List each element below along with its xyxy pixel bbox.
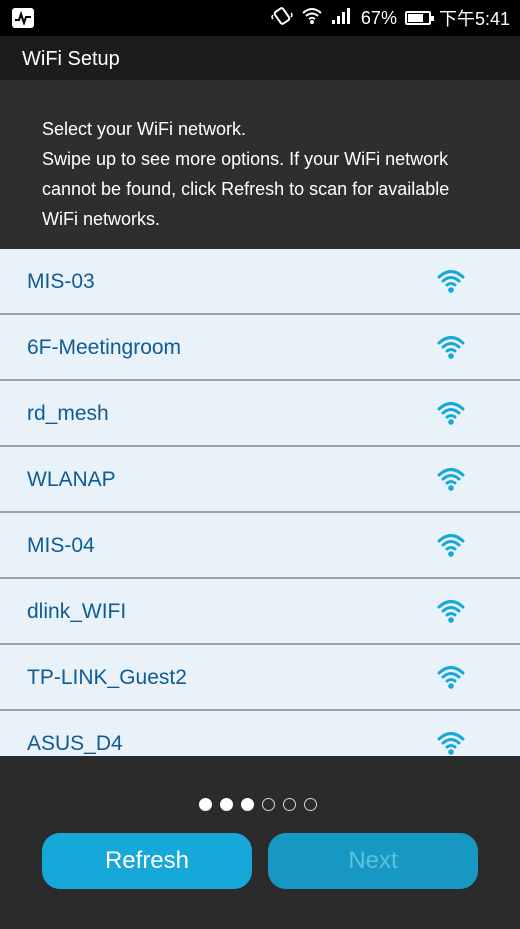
activity-monitor-icon <box>12 8 34 28</box>
bottom-panel: Refresh Next <box>0 756 520 929</box>
wifi-signal-icon <box>436 399 466 427</box>
page-dot <box>283 798 296 811</box>
battery-icon <box>404 11 434 25</box>
status-icons: 67% 下午5:41 <box>271 0 510 36</box>
signal-bars-icon <box>331 7 353 30</box>
vibrate-icon <box>271 5 293 32</box>
network-list[interactable]: MIS-03 6F-Meetingroom rd_mesh WLANAP MIS-04 d… <box>0 249 520 756</box>
app-header: WiFi Setup <box>0 36 520 80</box>
instructions-panel: Select your WiFi network. Swipe up to se… <box>0 80 520 249</box>
network-row[interactable]: TP-LINK_Guest2 <box>0 645 520 711</box>
refresh-button[interactable]: Refresh <box>42 833 252 889</box>
clock: 下午5:41 <box>438 9 510 29</box>
wifi-status-icon <box>301 6 323 31</box>
network-name: ASUS_D4 <box>27 732 123 755</box>
network-row[interactable]: dlink_WIFI <box>0 579 520 645</box>
status-bar: 67% 下午5:41 <box>0 0 520 36</box>
page-dot <box>220 798 233 811</box>
network-name: MIS-04 <box>27 534 95 557</box>
next-button[interactable]: Next <box>268 833 478 889</box>
network-name: TP-LINK_Guest2 <box>27 666 187 689</box>
wifi-signal-icon <box>436 267 466 295</box>
page-dot <box>199 798 212 811</box>
wifi-signal-icon <box>436 531 466 559</box>
network-row[interactable]: ASUS_D4 <box>0 711 520 756</box>
wifi-signal-icon <box>436 729 466 756</box>
network-row[interactable]: WLANAP <box>0 447 520 513</box>
page-dot <box>241 798 254 811</box>
network-name: rd_mesh <box>27 402 109 425</box>
page-dot <box>262 798 275 811</box>
wifi-signal-icon <box>436 333 466 361</box>
battery-percent: 67% <box>360 7 397 28</box>
network-row[interactable]: MIS-03 <box>0 249 520 315</box>
network-row[interactable]: rd_mesh <box>0 381 520 447</box>
page-dot <box>304 798 317 811</box>
instruction-heading: Select your WiFi network. <box>42 119 247 139</box>
network-name: WLANAP <box>27 468 116 491</box>
instruction-body: Swipe up to see more options. If your Wi… <box>42 149 450 229</box>
wifi-signal-icon <box>436 663 466 691</box>
network-name: MIS-03 <box>27 270 95 293</box>
page-title: WiFi Setup <box>22 48 120 70</box>
wifi-signal-icon <box>436 465 466 493</box>
network-name: dlink_WIFI <box>27 600 127 623</box>
page-indicator <box>199 798 317 811</box>
network-row[interactable]: 6F-Meetingroom <box>0 315 520 381</box>
network-row[interactable]: MIS-04 <box>0 513 520 579</box>
network-name: 6F-Meetingroom <box>27 336 182 359</box>
wifi-signal-icon <box>436 597 466 625</box>
